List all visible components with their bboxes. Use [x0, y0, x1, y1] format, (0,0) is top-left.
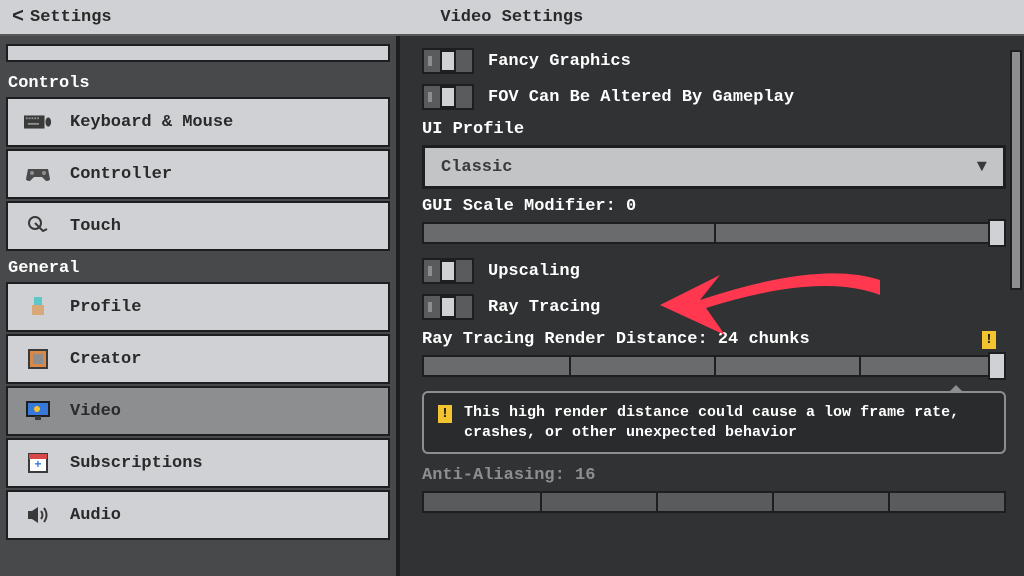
section-general: General	[6, 253, 390, 282]
subscriptions-icon: +	[24, 451, 52, 475]
warning-icon: !	[982, 331, 996, 349]
toggle-label: FOV Can Be Altered By Gameplay	[488, 88, 794, 107]
warning-tooltip: ! This high render distance could cause …	[422, 391, 1006, 454]
toggle-fov[interactable]	[422, 84, 474, 110]
slider-handle[interactable]	[988, 352, 1006, 380]
anti-aliasing-label: Anti-Aliasing: 16	[422, 466, 1006, 485]
warning-text: This high render distance could cause a …	[464, 403, 990, 442]
sidebar-item-label: Keyboard & Mouse	[70, 113, 233, 132]
ui-profile-dropdown[interactable]: Classic ▼	[422, 145, 1006, 189]
sidebar-item-audio[interactable]: Audio	[6, 490, 390, 540]
audio-icon	[24, 503, 52, 527]
toggle-fov-row: FOV Can Be Altered By Gameplay	[422, 84, 1006, 110]
warning-icon: !	[438, 405, 452, 423]
toggle-raytracing[interactable]	[422, 294, 474, 320]
page-title: Video Settings	[112, 8, 912, 27]
toggle-label: Fancy Graphics	[488, 52, 631, 71]
sidebar-item-label: Touch	[70, 217, 121, 236]
sidebar-item-label: Audio	[70, 506, 121, 525]
header-bar: < Settings Video Settings	[0, 0, 1024, 36]
touch-icon	[24, 214, 52, 238]
video-icon	[24, 399, 52, 423]
sidebar-item-label: Video	[70, 402, 121, 421]
sidebar-item-label: Creator	[70, 350, 141, 369]
dropdown-value: Classic	[441, 158, 512, 177]
controller-icon	[24, 162, 52, 186]
creator-icon	[24, 347, 52, 371]
scrollbar[interactable]	[1010, 50, 1022, 290]
slider-handle[interactable]	[988, 219, 1006, 247]
sidebar-item-creator[interactable]: Creator	[6, 334, 390, 384]
sidebar-item-label: Subscriptions	[70, 454, 203, 473]
toggle-label: Ray Tracing	[488, 298, 600, 317]
profile-icon	[24, 295, 52, 319]
chevron-down-icon: ▼	[977, 158, 987, 177]
sidebar-item-subscriptions[interactable]: + Subscriptions	[6, 438, 390, 488]
toggle-label: Upscaling	[488, 262, 580, 281]
toggle-upscaling[interactable]	[422, 258, 474, 284]
sidebar-item-video[interactable]: Video	[6, 386, 390, 436]
gui-scale-slider[interactable]	[422, 222, 1006, 244]
sidebar: Controls Keyboard & Mouse Controller Tou…	[0, 36, 400, 576]
main-area: Controls Keyboard & Mouse Controller Tou…	[0, 36, 1024, 576]
svg-text:+: +	[34, 458, 41, 472]
toggle-upscaling-row: Upscaling	[422, 258, 1006, 284]
toggle-fancy-graphics[interactable]	[422, 48, 474, 74]
toggle-fancy-graphics-row: Fancy Graphics	[422, 48, 1006, 74]
back-button[interactable]: < Settings	[12, 6, 112, 29]
rt-render-label: Ray Tracing Render Distance: 24 chunks	[422, 330, 1006, 349]
sidebar-top-strip	[6, 44, 390, 62]
sidebar-item-controller[interactable]: Controller	[6, 149, 390, 199]
gui-scale-label: GUI Scale Modifier: 0	[422, 197, 1006, 216]
sidebar-item-profile[interactable]: Profile	[6, 282, 390, 332]
sidebar-item-touch[interactable]: Touch	[6, 201, 390, 251]
keyboard-icon	[24, 110, 52, 134]
back-label: Settings	[30, 8, 112, 27]
rt-render-slider[interactable]	[422, 355, 1006, 377]
section-controls: Controls	[6, 68, 390, 97]
anti-aliasing-slider[interactable]	[422, 491, 1006, 513]
chevron-left-icon: <	[12, 6, 24, 29]
sidebar-item-keyboard-mouse[interactable]: Keyboard & Mouse	[6, 97, 390, 147]
ui-profile-label: UI Profile	[422, 120, 1006, 139]
sidebar-item-label: Controller	[70, 165, 172, 184]
content-panel: Fancy Graphics FOV Can Be Altered By Gam…	[400, 36, 1024, 576]
toggle-raytracing-row: Ray Tracing	[422, 294, 1006, 320]
sidebar-item-label: Profile	[70, 298, 141, 317]
